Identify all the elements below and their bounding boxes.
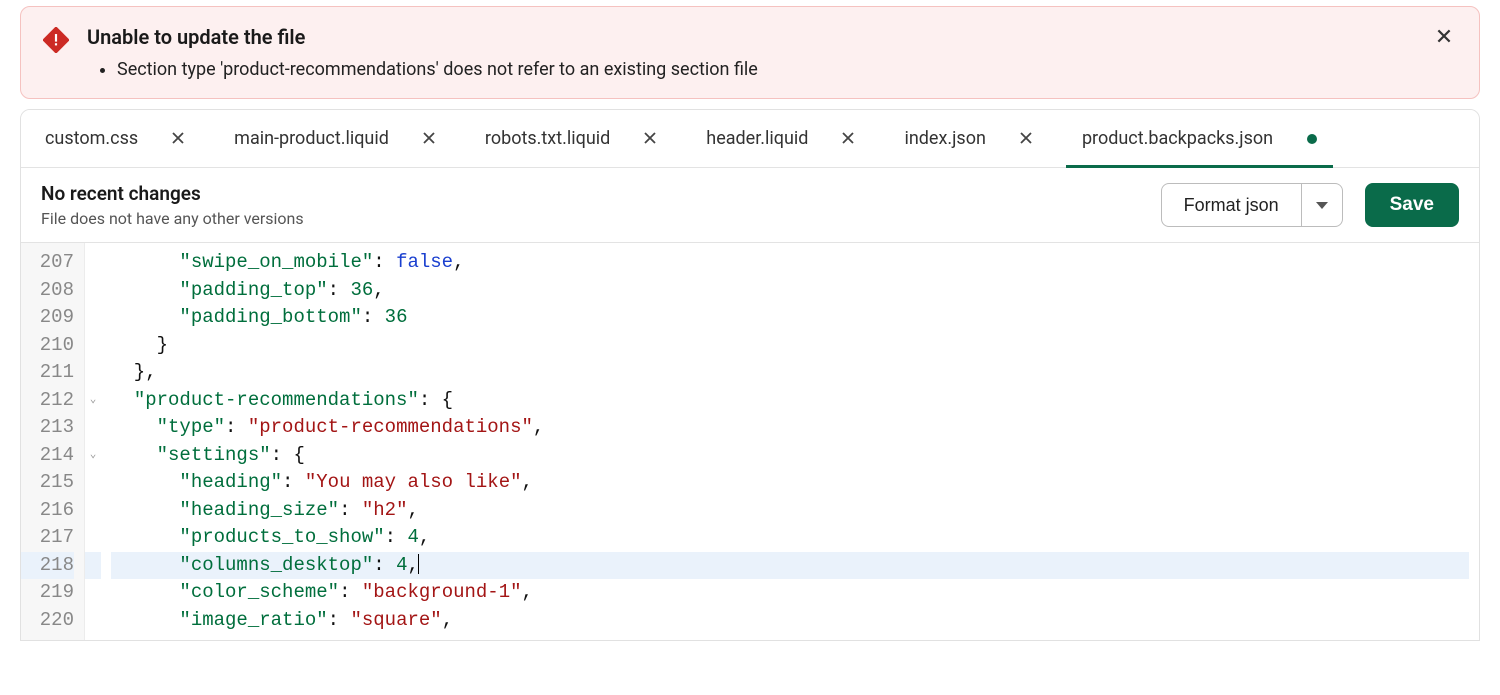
tab-label: main-product.liquid [234,128,389,149]
line-number-gutter: 2072082092102112122132142152162172182192… [21,243,85,640]
line-number: 208 [21,277,74,305]
alert-title: Unable to update the file [87,25,1457,49]
versions-subtitle: File does not have any other versions [41,209,304,228]
tab-main-product-liquid[interactable]: main-product.liquid [224,110,445,167]
format-json-button[interactable]: Format json [1161,183,1302,227]
fold-marker [85,249,101,277]
format-json-dropdown-button[interactable] [1302,183,1343,227]
line-number: 215 [21,469,74,497]
tab-close-icon[interactable] [644,130,656,148]
fold-marker [85,304,101,332]
tab-label: robots.txt.liquid [485,128,610,149]
line-number: 214 [21,442,74,470]
code-line[interactable]: "image_ratio": "square", [111,607,1469,635]
tab-close-icon[interactable] [423,130,435,148]
tab-custom-css[interactable]: custom.css [35,110,194,167]
line-number: 216 [21,497,74,525]
fold-marker [85,359,101,387]
fold-marker [85,497,101,525]
alert-diamond-icon [43,27,69,53]
line-number: 207 [21,249,74,277]
line-number: 219 [21,579,74,607]
tab-bar: custom.css main-product.liquid robots.txt.… [21,110,1479,168]
save-button[interactable]: Save [1365,183,1459,227]
tab-header-liquid[interactable]: header.liquid [696,110,864,167]
code-line[interactable]: "color_scheme": "background-1", [111,579,1469,607]
tab-label: header.liquid [706,128,808,149]
fold-marker [85,607,101,635]
tab-label: product.backpacks.json [1082,128,1273,149]
fold-marker [85,277,101,305]
code-line[interactable]: "product-recommendations": { [111,387,1469,415]
line-number: 218 [21,552,74,580]
fold-marker [85,414,101,442]
editor-toolbar: No recent changes File does not have any… [21,168,1479,243]
fold-marker [85,469,101,497]
tab-close-icon[interactable] [842,130,854,148]
code-line[interactable]: "padding_top": 36, [111,277,1469,305]
code-line[interactable]: "products_to_show": 4, [111,524,1469,552]
fold-gutter: ⌄⌄ [85,243,101,640]
code-line[interactable]: }, [111,359,1469,387]
fold-marker [85,524,101,552]
line-number: 213 [21,414,74,442]
tab-close-icon[interactable] [172,130,184,148]
fold-marker[interactable]: ⌄ [85,387,101,415]
versions-title: No recent changes [41,182,304,205]
close-icon [1435,28,1453,50]
alert-list: Section type 'product-recommendations' d… [87,59,1457,80]
code-line[interactable]: } [111,332,1469,360]
fold-marker [85,332,101,360]
tab-close-icon[interactable] [1020,130,1032,148]
fold-marker [85,579,101,607]
line-number: 212 [21,387,74,415]
error-alert: Unable to update the file Section type '… [20,6,1480,99]
fold-marker[interactable]: ⌄ [85,442,101,470]
tab-product-backpacks-json[interactable]: product.backpacks.json [1072,110,1327,167]
tab-label: index.json [904,128,986,149]
dirty-dot-icon [1307,134,1317,144]
tab-robots-txt-liquid[interactable]: robots.txt.liquid [475,110,666,167]
code-line[interactable]: "heading_size": "h2", [111,497,1469,525]
tab-label: custom.css [45,128,138,149]
line-number: 209 [21,304,74,332]
fold-marker [85,552,101,580]
format-button-group: Format json [1161,183,1343,227]
editor-panel: custom.css main-product.liquid robots.txt.… [20,109,1480,641]
code-line[interactable]: "type": "product-recommendations", [111,414,1469,442]
code-line[interactable]: "heading": "You may also like", [111,469,1469,497]
alert-list-item: Section type 'product-recommendations' d… [117,59,1457,80]
alert-close-button[interactable] [1435,27,1453,49]
line-number: 211 [21,359,74,387]
line-number: 210 [21,332,74,360]
code-line[interactable]: "columns_desktop": 4, [111,552,1469,580]
line-number: 217 [21,524,74,552]
text-cursor [418,554,419,574]
caret-down-icon [1316,202,1328,209]
code-line[interactable]: "settings": { [111,442,1469,470]
tab-index-json[interactable]: index.json [894,110,1042,167]
code-line[interactable]: "swipe_on_mobile": false, [111,249,1469,277]
code-line[interactable]: "padding_bottom": 36 [111,304,1469,332]
line-number: 220 [21,607,74,635]
code-editor[interactable]: 2072082092102112122132142152162172182192… [21,243,1479,640]
code-area[interactable]: "swipe_on_mobile": false, "padding_top":… [101,243,1479,640]
